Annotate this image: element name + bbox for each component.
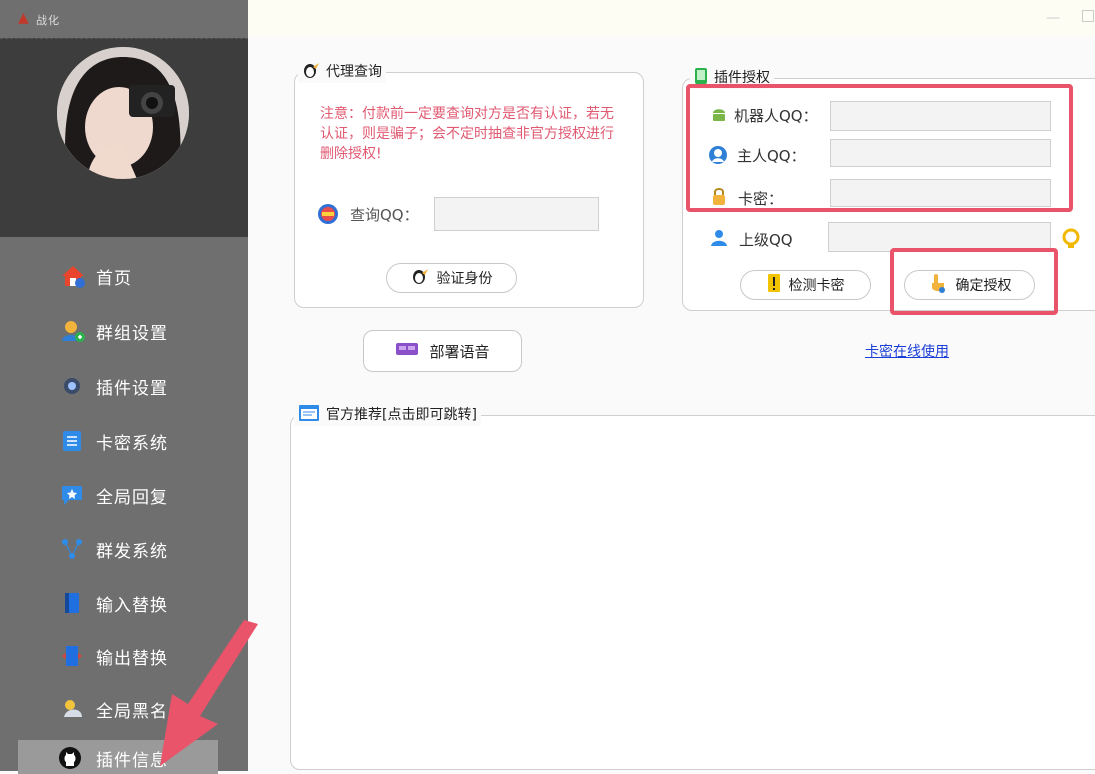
annotation-arrow [160, 620, 258, 766]
home-icon [60, 264, 85, 288]
card-icon [60, 429, 84, 451]
official-recommend-title: 官方推荐[点击即可跳转] [294, 404, 481, 426]
deploy-voice-button[interactable]: 部署语音 [363, 330, 522, 372]
output-replace-icon [60, 644, 84, 666]
qq-icon [316, 203, 340, 229]
check-card-button[interactable]: 检测卡密 [740, 270, 871, 300]
window-icon [298, 404, 320, 426]
group-icon [60, 319, 85, 342]
penguin-icon [302, 61, 320, 83]
verify-identity-button[interactable]: 验证身份 [386, 263, 517, 293]
maximize-button[interactable] [1082, 10, 1094, 22]
avatar[interactable] [57, 47, 189, 179]
sidebar-item-global-reply[interactable]: 全局回复 [0, 477, 248, 511]
window-titlebar [248, 0, 1095, 36]
official-recommend-group [290, 415, 1095, 770]
blacklist-icon [60, 697, 84, 719]
card-online-use-link[interactable]: 卡密在线使用 [865, 341, 949, 361]
hint-bulb-icon[interactable] [1061, 228, 1081, 254]
profile-header [0, 38, 248, 237]
warning-card-icon [767, 273, 781, 297]
github-icon [58, 746, 82, 769]
bed-icon [395, 340, 419, 362]
highlight-box-fields [686, 84, 1073, 212]
query-qq-label: 查询QQ： [350, 206, 419, 224]
sidebar-item-group-settings[interactable]: 群组设置 [0, 313, 248, 347]
proxy-query-title: 代理查询 [298, 61, 386, 83]
highlight-box-confirm [890, 248, 1058, 315]
minimize-button[interactable]: — [1046, 10, 1060, 26]
reply-icon [60, 483, 84, 505]
sidebar-item-input-replace[interactable]: 输入替换 [0, 585, 248, 619]
broadcast-icon [60, 537, 84, 559]
warning-text: 注意：付款前一定要查询对方是否有认证，若无认证，则是骗子；会不定时抽查非官方授权… [320, 106, 614, 162]
app-logo-icon: ▲ [18, 10, 29, 26]
settings-icon [60, 374, 84, 396]
person-icon [710, 228, 728, 252]
sidebar-item-broadcast[interactable]: 群发系统 [0, 531, 248, 565]
sidebar-item-card-system[interactable]: 卡密系统 [0, 423, 248, 457]
sidebar-item-home[interactable]: 首页 [0, 258, 248, 292]
app-title: 战化 [36, 14, 60, 27]
query-qq-input[interactable] [434, 197, 599, 231]
sidebar-titlebar: ▲ 战化 [0, 0, 248, 38]
sidebar-item-plugin-settings[interactable]: 插件设置 [0, 368, 248, 402]
penguin-icon [411, 267, 429, 289]
input-replace-icon [60, 591, 84, 613]
parent-qq-label: 上级QQ [739, 231, 793, 249]
